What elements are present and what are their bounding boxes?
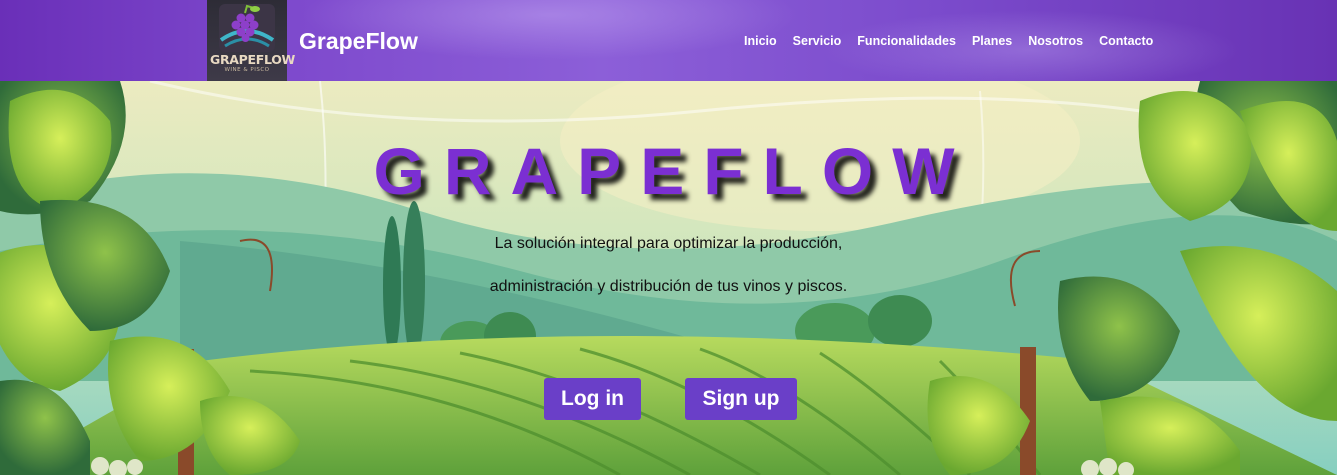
nav-contacto[interactable]: Contacto [1099,34,1153,48]
nav-servicio[interactable]: Servicio [793,34,842,48]
logo-subtitle: WINE & PISCO [224,67,270,73]
logo-wordmark: GRAPEFLOW [210,52,296,67]
hero-title: GRAPEFLOW [373,134,974,208]
nav-funcionalidades[interactable]: Funcionalidades [857,34,956,48]
hero-tagline-line2: administración y distribución de tus vin… [489,278,848,295]
nav-inicio[interactable]: Inicio [744,34,777,48]
main-nav: Inicio Servicio Funcionalidades Planes N… [744,34,1169,48]
hero-section: GRAPEFLOW La solución integral para opti… [0,81,1337,475]
hero-tagline-line1: La solución integral para optimizar la p… [494,235,843,252]
nav-planes[interactable]: Planes [972,34,1012,48]
grape-logo-icon [219,4,275,52]
nav-nosotros[interactable]: Nosotros [1028,34,1083,48]
signup-button[interactable]: Sign up [685,378,797,420]
brand-logo[interactable]: GRAPEFLOW WINE & PISCO [207,0,296,81]
brand-name[interactable]: GrapeFlow [299,28,418,55]
login-button[interactable]: Log in [544,378,641,420]
top-navbar: GRAPEFLOW WINE & PISCO GrapeFlow Inicio … [0,0,1337,81]
